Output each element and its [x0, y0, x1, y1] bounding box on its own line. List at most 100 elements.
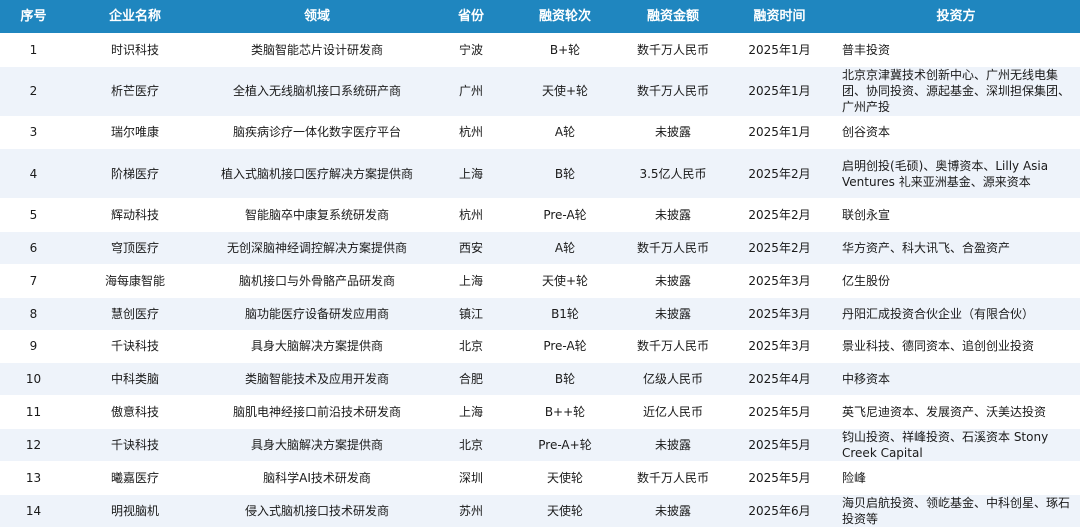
- cell-round: 天使+轮: [541, 84, 589, 99]
- cell-index: 2: [29, 84, 38, 99]
- cell-amount: 未披露: [654, 125, 691, 140]
- cell-field: 脑肌电神经接口前沿技术研发商: [232, 405, 401, 420]
- cell-province: 苏州: [458, 503, 483, 518]
- cell-province: 上海: [458, 273, 483, 288]
- cell-company: 析芒医疗: [110, 84, 159, 99]
- cell-field: 具身大脑解决方案提供商: [250, 438, 383, 453]
- cell-index: 14: [25, 503, 42, 518]
- table-row: 7 海每康智能 脑机接口与外骨骼产品研发商 上海 天使+轮 未披露 2025年3…: [0, 264, 1080, 298]
- cell-round: B轮: [554, 166, 576, 181]
- cell-investors: 创谷资本: [842, 125, 891, 140]
- cell-company: 时识科技: [110, 42, 159, 57]
- cell-province: 北京: [458, 339, 483, 354]
- cell-investors: 丹阳汇成投资合伙企业（有限合伙）: [842, 306, 1035, 321]
- cell-round: A轮: [554, 240, 576, 255]
- cell-date: 2025年1月: [748, 42, 811, 57]
- cell-round: B轮: [554, 372, 576, 387]
- cell-investors: 险峰: [842, 470, 867, 485]
- cell-date: 2025年5月: [748, 405, 811, 420]
- cell-investors: 钧山投资、祥峰投资、石溪资本 Stony Creek Capital: [842, 429, 1049, 461]
- cell-province: 广州: [458, 84, 483, 99]
- table-row: 9 千诀科技 具身大脑解决方案提供商 北京 Pre-A轮 数千万人民币 2025…: [0, 330, 1080, 364]
- cell-field: 具身大脑解决方案提供商: [250, 339, 383, 354]
- header-round: 融资轮次: [538, 8, 591, 24]
- table-row: 5 辉动科技 智能脑卒中康复系统研发商 杭州 Pre-A轮 未披露 2025年2…: [0, 199, 1080, 232]
- cell-round: B1轮: [551, 306, 579, 321]
- cell-province: 深圳: [458, 470, 483, 485]
- table-row: 13 曦嘉医疗 脑科学AI技术研发商 深圳 天使轮 数千万人民币 2025年5月…: [0, 462, 1080, 496]
- cell-field: 脑疾病诊疗一体化数字医疗平台: [232, 125, 401, 140]
- table-row: 8 慧创医疗 脑功能医疗设备研发应用商 镇江 B1轮 未披露 2025年3月 丹…: [0, 297, 1080, 331]
- cell-company: 辉动科技: [110, 207, 159, 222]
- header-date: 融资时间: [753, 8, 806, 24]
- cell-date: 2025年4月: [748, 372, 811, 387]
- cell-field: 类脑智能芯片设计研发商: [250, 42, 383, 57]
- header-company: 企业名称: [108, 8, 161, 24]
- cell-round: 天使轮: [546, 503, 583, 518]
- cell-index: 13: [25, 470, 42, 485]
- cell-investors: 联创永宣: [842, 207, 891, 222]
- cell-index: 5: [29, 207, 38, 222]
- cell-company: 千诀科技: [110, 339, 159, 354]
- cell-date: 2025年1月: [748, 84, 811, 99]
- cell-date: 2025年3月: [748, 273, 811, 288]
- table-row: 2 析芒医疗 全植入无线脑机接口系统研产商 广州 天使+轮 数千万人民币 202…: [0, 66, 1080, 117]
- cell-investors: 景业科技、德同资本、追创创业投资: [842, 339, 1035, 354]
- cell-round: 天使+轮: [541, 273, 589, 288]
- cell-amount: 数千万人民币: [636, 42, 709, 57]
- cell-investors: 英飞尼迪资本、发展资产、沃美达投资: [842, 405, 1047, 420]
- cell-round: Pre-A+轮: [538, 438, 592, 453]
- financing-table: 序号 企业名称 领域 省份 融资轮次 融资金额 融资时间 投资方 1 时识科技 …: [0, 0, 1080, 528]
- cell-date: 2025年6月: [748, 503, 811, 518]
- cell-date: 2025年2月: [748, 207, 811, 222]
- cell-date: 2025年1月: [748, 125, 811, 140]
- cell-company: 慧创医疗: [110, 306, 159, 321]
- table-row: 10 中科类脑 类脑智能技术及应用开发商 合肥 B轮 亿级人民币 2025年4月…: [0, 363, 1080, 397]
- cell-company: 阶梯医疗: [110, 166, 159, 181]
- cell-investors: 启明创投(毛硕)、奥博资本、Lilly Asia Ventures 礼来亚洲基金…: [842, 158, 1049, 189]
- cell-amount: 3.5亿人民币: [639, 166, 707, 181]
- cell-field: 植入式脑机接口医疗解决方案提供商: [220, 166, 413, 181]
- cell-round: B+轮: [549, 42, 581, 57]
- cell-province: 宁波: [458, 42, 483, 57]
- cell-company: 中科类脑: [110, 372, 159, 387]
- cell-amount: 数千万人民币: [636, 84, 709, 99]
- cell-date: 2025年2月: [748, 240, 811, 255]
- cell-company: 傲意科技: [110, 405, 159, 420]
- table-row: 12 千诀科技 具身大脑解决方案提供商 北京 Pre-A+轮 未披露 2025年…: [0, 429, 1080, 463]
- cell-field: 脑功能医疗设备研发应用商: [244, 306, 389, 321]
- cell-amount: 未披露: [654, 207, 691, 222]
- header-province: 省份: [457, 8, 484, 24]
- cell-index: 8: [29, 306, 38, 321]
- cell-round: 天使轮: [546, 470, 583, 485]
- cell-amount: 数千万人民币: [636, 470, 709, 485]
- cell-investors: 亿生股份: [842, 273, 891, 288]
- table-header: 序号 企业名称 领域 省份 融资轮次 融资金额 融资时间 投资方: [0, 0, 1080, 34]
- cell-index: 1: [29, 42, 38, 57]
- cell-index: 11: [25, 405, 42, 420]
- cell-amount: 数千万人民币: [636, 240, 709, 255]
- cell-company: 穹顶医疗: [110, 240, 159, 255]
- cell-round: B++轮: [544, 405, 586, 420]
- cell-round: Pre-A轮: [543, 339, 587, 354]
- cell-date: 2025年5月: [748, 438, 811, 453]
- cell-field: 类脑智能技术及应用开发商: [244, 372, 389, 387]
- table-row: 3 瑞尔唯康 脑疾病诊疗一体化数字医疗平台 杭州 A轮 未披露 2025年1月 …: [0, 116, 1080, 150]
- cell-company: 海每康智能: [104, 273, 165, 288]
- cell-amount: 数千万人民币: [636, 339, 709, 354]
- cell-index: 12: [25, 438, 42, 453]
- cell-amount: 未披露: [654, 273, 691, 288]
- table-row: 14 明视脑机 侵入式脑机接口技术研发商 苏州 天使轮 未披露 2025年6月 …: [0, 495, 1080, 528]
- cell-field: 智能脑卒中康复系统研发商: [244, 207, 389, 222]
- cell-date: 2025年2月: [748, 166, 811, 181]
- table-row: 11 傲意科技 脑肌电神经接口前沿技术研发商 上海 B++轮 近亿人民币 202…: [0, 396, 1080, 430]
- cell-field: 脑科学AI技术研发商: [263, 470, 371, 485]
- cell-field: 脑机接口与外骨骼产品研发商: [238, 273, 395, 288]
- cell-amount: 未披露: [654, 438, 691, 453]
- cell-round: Pre-A轮: [543, 207, 587, 222]
- cell-index: 4: [29, 166, 38, 181]
- cell-index: 3: [29, 125, 38, 140]
- cell-province: 上海: [458, 405, 483, 420]
- cell-company: 曦嘉医疗: [110, 470, 159, 485]
- cell-index: 6: [29, 240, 38, 255]
